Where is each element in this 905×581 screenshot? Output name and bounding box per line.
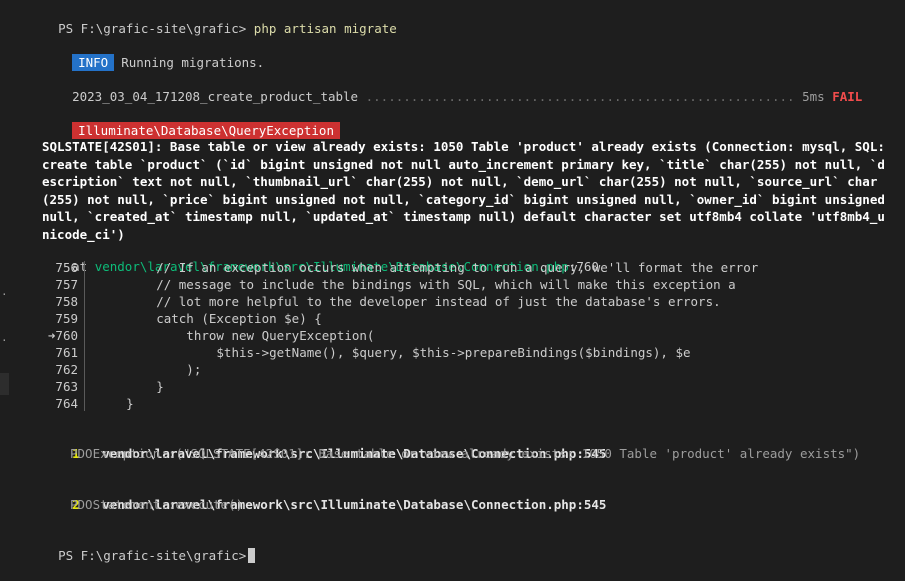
code-line-text: );	[96, 362, 202, 377]
code-line-text: // message to include the bindings with …	[96, 277, 736, 292]
trace-detail: PDOStatement::execute()	[70, 497, 244, 512]
migration-time: 5ms	[802, 89, 825, 104]
code-line-number: 757	[55, 277, 78, 292]
code-line-number: 756	[55, 260, 78, 275]
code-line-text: }	[96, 379, 164, 394]
text-cursor	[248, 548, 256, 563]
overflow-dots: ·	[1, 334, 8, 347]
code-line-number: 758	[55, 294, 78, 309]
code-line-number: ➜760	[47, 328, 78, 343]
code-gutter	[84, 261, 85, 411]
code-line-number: 761	[55, 345, 78, 360]
code-line-text: }	[96, 396, 134, 411]
code-line-text: catch (Exception $e) {	[96, 311, 322, 326]
code-line-text: $this->getName(), $query, $this->prepare…	[96, 345, 691, 360]
code-line-number: 763	[55, 379, 78, 394]
prompt-command: php artisan migrate	[253, 21, 397, 36]
left-strip	[0, 0, 9, 571]
code-line-number: 762	[55, 362, 78, 377]
migration-name: 2023_03_04_171208_create_product_table	[72, 89, 359, 104]
code-line-text: throw new QueryException(	[96, 328, 375, 343]
exception-badge: Illuminate\Database\QueryException	[72, 122, 340, 139]
code-line-text: // lot more helpful to the developer ins…	[96, 294, 721, 309]
code-line-text: // If an exception occurs when attemptin…	[96, 260, 759, 275]
error-message: SQLSTATE[42S01]: Base table or view alre…	[42, 139, 893, 242]
code-line-number: 764	[55, 396, 78, 411]
final-prompt-line: PS F:\grafic-site\grafic>	[28, 530, 256, 581]
final-prompt: PS F:\grafic-site\grafic>	[58, 548, 247, 563]
strip-indicator	[0, 373, 9, 395]
migration-dots: ........................................…	[358, 89, 795, 104]
migration-status: FAIL	[832, 89, 863, 104]
trace-detail: PDOException::("SQLSTATE[42S01]: Base ta…	[70, 446, 861, 461]
code-line-number: 759	[55, 311, 78, 326]
prompt-path: PS F:\grafic-site\grafic>	[58, 21, 247, 36]
info-text: Running migrations.	[121, 55, 265, 70]
info-badge: INFO	[72, 54, 115, 71]
overflow-dots: ·	[1, 288, 8, 301]
